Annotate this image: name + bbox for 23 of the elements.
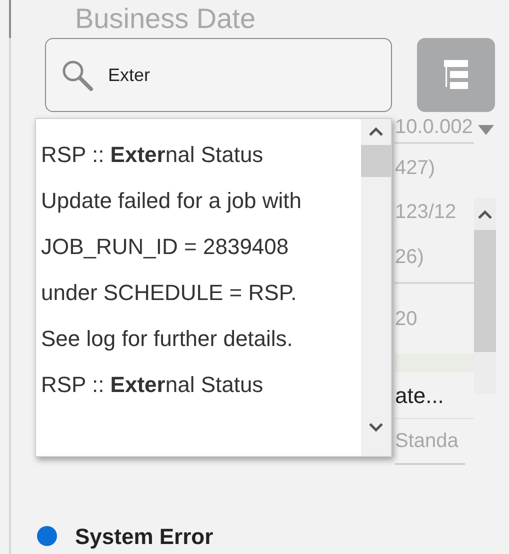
table-cell-text: Standa — [395, 429, 458, 454]
status-label: System Error — [75, 522, 214, 551]
list-icon — [444, 60, 468, 90]
caret-down-icon — [478, 125, 494, 135]
field-label: Business Date — [75, 2, 256, 36]
tree-view-button[interactable] — [417, 38, 495, 112]
search-icon — [60, 58, 94, 92]
scrollbar[interactable] — [474, 198, 496, 394]
table-cell-text: 10.0.002 — [395, 115, 473, 140]
scroll-up-icon — [478, 210, 492, 220]
table-cell-text: 123/12 — [395, 200, 456, 225]
scrollbar-thumb[interactable] — [474, 230, 496, 352]
scroll-down-icon — [369, 422, 383, 432]
scrollbar[interactable] — [361, 119, 391, 456]
scroll-up-icon — [369, 127, 383, 137]
search-field[interactable]: Exter — [108, 62, 328, 88]
scrollbar-thumb[interactable] — [361, 145, 391, 177]
table-cell-text: ate... — [395, 382, 444, 410]
suggestion-item[interactable]: RSP :: External Status Update failed for a job with JOB_RUN_ID = 2839408 under SCHEDULE = RSP. See log for further details. — [41, 132, 303, 362]
table-cell-text: 26) — [395, 245, 424, 270]
table-cell-text: 20 — [395, 307, 418, 332]
table-cell-text: 427) — [395, 156, 436, 181]
suggestion-item[interactable]: RSP :: External Status — [41, 362, 303, 408]
